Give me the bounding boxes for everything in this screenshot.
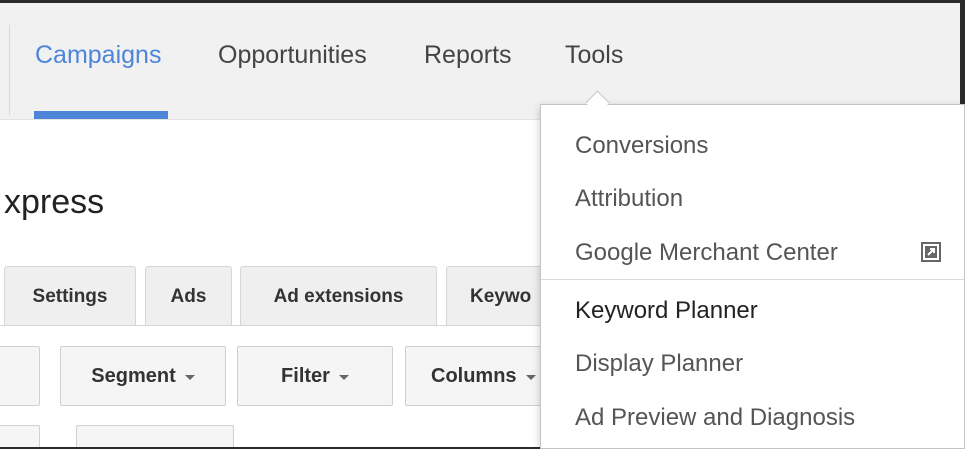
- subtab-ad-extensions[interactable]: Ad extensions: [240, 266, 437, 326]
- campaign-title: xpress: [4, 183, 105, 221]
- chevron-down-icon: [338, 375, 349, 380]
- segment-label: Segment: [91, 364, 176, 387]
- menu-item-google-merchant-center[interactable]: Google Merchant Center: [575, 239, 838, 267]
- subtab-settings[interactable]: Settings: [4, 266, 136, 326]
- toolbar-button-partial[interactable]: [0, 346, 40, 406]
- toolbar-button-row2[interactable]: [76, 425, 234, 447]
- columns-label: Columns: [431, 364, 517, 387]
- external-link-icon[interactable]: [921, 242, 941, 262]
- chevron-down-icon: [525, 375, 536, 380]
- menu-item-keyword-planner[interactable]: Keyword Planner: [575, 297, 758, 325]
- toolbar-button-partial-row2[interactable]: [0, 425, 40, 447]
- tab-tools[interactable]: Tools: [565, 41, 623, 70]
- chevron-down-icon: [184, 375, 195, 380]
- segment-button[interactable]: Segment: [60, 346, 226, 406]
- tab-campaigns[interactable]: Campaigns: [35, 41, 161, 70]
- filter-label: Filter: [281, 364, 330, 387]
- subtab-ads[interactable]: Ads: [145, 266, 232, 326]
- tab-opportunities[interactable]: Opportunities: [218, 41, 367, 70]
- tools-dropdown-menu: Conversions Attribution Google Merchant …: [540, 104, 965, 449]
- menu-item-conversions[interactable]: Conversions: [575, 132, 708, 160]
- active-tab-indicator: [34, 111, 168, 119]
- tab-reports[interactable]: Reports: [424, 41, 512, 70]
- top-navigation-bar: Campaigns Opportunities Reports Tools: [0, 3, 960, 120]
- menu-item-display-planner[interactable]: Display Planner: [575, 350, 743, 378]
- menu-item-attribution[interactable]: Attribution: [575, 185, 683, 213]
- nav-left-divider: [9, 25, 10, 115]
- menu-item-ad-preview-and-diagnosis[interactable]: Ad Preview and Diagnosis: [575, 404, 855, 432]
- filter-button[interactable]: Filter: [237, 346, 393, 406]
- menu-separator: [541, 279, 964, 280]
